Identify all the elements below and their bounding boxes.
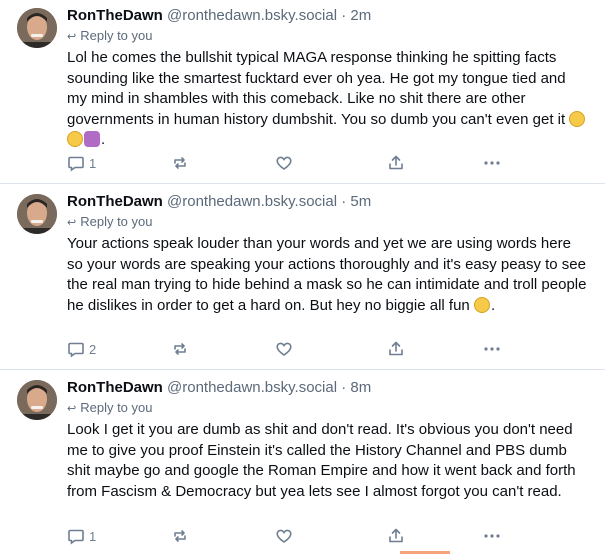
post[interactable]: RonTheDawn @ronthedawn.bsky.social · 2m … <box>0 0 605 184</box>
separator-dot: · <box>341 193 347 210</box>
more-options-button[interactable] <box>483 152 501 174</box>
more-options-button[interactable] <box>483 525 501 547</box>
more-options-button[interactable] <box>483 338 501 360</box>
reply-to-label: Reply to you <box>80 214 153 229</box>
reply-button[interactable]: 2 <box>67 338 96 360</box>
separator-dot: · <box>341 379 347 396</box>
reply-icon <box>68 156 84 172</box>
heart-icon <box>276 156 292 170</box>
repost-icon <box>174 343 186 355</box>
post[interactable]: RonTheDawn @ronthedawn.bsky.social · 5m … <box>0 186 605 370</box>
post-body-tail: . <box>101 131 106 148</box>
repost-icon <box>174 530 186 542</box>
reply-icon <box>68 529 84 545</box>
reply-count: 2 <box>89 341 97 357</box>
share-button[interactable] <box>387 152 405 174</box>
repost-button[interactable] <box>171 338 193 360</box>
reply-to-indicator: ↩ Reply to you <box>67 27 152 46</box>
reply-icon <box>68 342 84 358</box>
share-icon <box>389 528 403 543</box>
author-name[interactable]: RonTheDawn <box>67 7 163 24</box>
post-body: Lol he comes the bullshit typical MAGA r… <box>67 49 570 128</box>
author-handle[interactable]: @ronthedawn.bsky.social <box>167 7 337 24</box>
author-name[interactable]: RonTheDawn <box>67 379 163 396</box>
heart-icon <box>276 529 292 543</box>
share-button[interactable] <box>387 338 405 360</box>
facepalm-emoji <box>84 131 100 147</box>
post-header: RonTheDawn @ronthedawn.bsky.social · 8m <box>67 378 371 398</box>
avatar[interactable] <box>17 194 57 234</box>
author-handle[interactable]: @ronthedawn.bsky.social <box>167 193 337 210</box>
post-body: Look I get it you are dumb as shit and d… <box>67 421 576 500</box>
post-body: Your actions speak louder than your word… <box>67 235 587 314</box>
smiling-emoji <box>473 296 490 313</box>
eye-roll-emoji <box>569 110 586 127</box>
post-text: Look I get it you are dumb as shit and d… <box>67 420 587 502</box>
post-time[interactable]: 8m <box>350 379 371 396</box>
reply-arrow-icon: ↩ <box>67 217 77 229</box>
post-text: Lol he comes the bullshit typical MAGA r… <box>67 48 587 151</box>
like-button[interactable] <box>275 525 297 547</box>
post[interactable]: RonTheDawn @ronthedawn.bsky.social · 8m … <box>0 372 605 554</box>
separator-dot: · <box>341 7 347 24</box>
reply-to-label: Reply to you <box>80 28 153 43</box>
reply-button[interactable]: 1 <box>67 152 96 174</box>
post-actions: 2 <box>67 338 587 360</box>
reply-count: 1 <box>89 528 97 544</box>
avatar[interactable] <box>17 380 57 420</box>
ellipsis-icon <box>484 347 500 351</box>
reply-arrow-icon: ↩ <box>67 403 77 415</box>
post-body-tail: . <box>490 296 496 314</box>
repost-button[interactable] <box>171 152 193 174</box>
author-name[interactable]: RonTheDawn <box>67 193 163 210</box>
avatar[interactable] <box>17 8 57 48</box>
reply-to-label: Reply to you <box>80 400 153 415</box>
author-handle[interactable]: @ronthedawn.bsky.social <box>167 379 337 396</box>
laughing-emoji <box>67 131 83 147</box>
repost-icon <box>174 157 186 169</box>
share-icon <box>389 155 403 170</box>
post-header: RonTheDawn @ronthedawn.bsky.social · 5m <box>67 192 371 212</box>
post-text: Your actions speak louder than your word… <box>67 234 587 316</box>
post-actions: 1 <box>67 152 587 174</box>
ellipsis-icon <box>484 534 500 538</box>
ellipsis-icon <box>484 161 500 165</box>
share-icon <box>389 341 403 356</box>
reply-to-indicator: ↩ Reply to you <box>67 213 152 232</box>
reply-to-indicator: ↩ Reply to you <box>67 399 152 418</box>
like-button[interactable] <box>275 338 297 360</box>
post-time[interactable]: 2m <box>350 7 371 24</box>
post-actions: 1 <box>67 525 587 547</box>
reply-count: 1 <box>89 155 97 171</box>
post-time[interactable]: 5m <box>350 193 371 210</box>
repost-button[interactable] <box>171 525 193 547</box>
share-button[interactable] <box>387 525 405 547</box>
reply-arrow-icon: ↩ <box>67 31 77 43</box>
like-button[interactable] <box>275 152 297 174</box>
post-header: RonTheDawn @ronthedawn.bsky.social · 2m <box>67 6 371 26</box>
reply-button[interactable]: 1 <box>67 525 96 547</box>
heart-icon <box>276 342 292 356</box>
